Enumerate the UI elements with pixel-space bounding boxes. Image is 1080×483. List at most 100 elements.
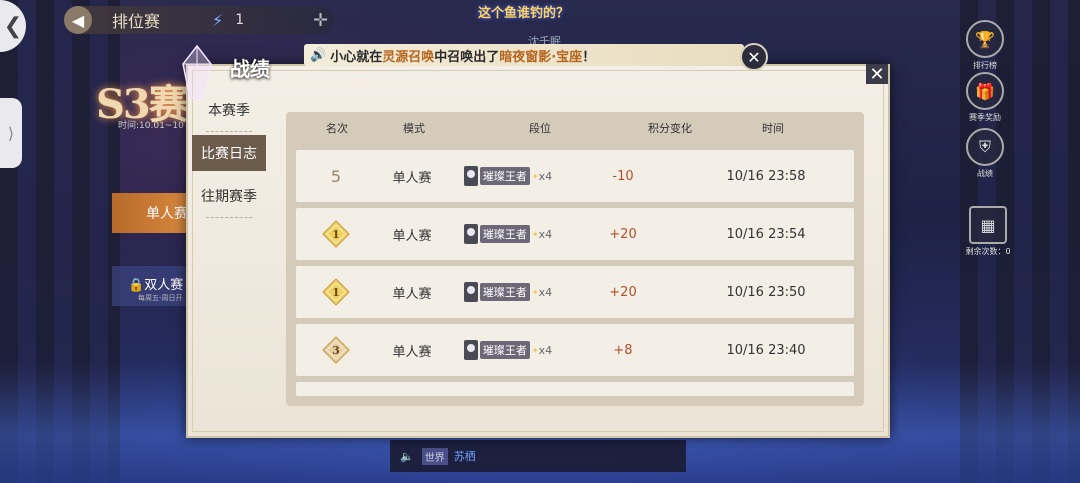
segment-cell: 璀璨王者 ✦ x4: [448, 166, 568, 186]
close-icon[interactable]: ✕: [740, 43, 768, 71]
segment-badge: 璀璨王者: [479, 283, 530, 301]
speaker-icon[interactable]: 🔈: [400, 450, 414, 463]
record-button[interactable]: ⛨ 战绩: [966, 128, 1004, 179]
top-bar: ◀ 排位赛 ⚡ 1: [64, 6, 334, 34]
mode-cell: 单人赛: [392, 344, 432, 360]
segment-cell: 璀璨王者 ✦ x4: [448, 224, 568, 244]
time-cell: 10/16 23:40: [726, 342, 806, 358]
bronze-medal-icon: 3: [322, 336, 350, 364]
page-title: 排位赛: [112, 12, 161, 31]
table-row[interactable]: 3 单人赛 璀璨王者 ✦ x4 +8 10/16 23:40: [296, 324, 854, 376]
mode-cell: 单人赛: [392, 286, 432, 302]
notice-place: 灵源召唤: [382, 49, 435, 65]
crosshair-icon[interactable]: ✛: [313, 10, 328, 31]
side-expand-tab[interactable]: ⟩: [0, 98, 22, 168]
table-row[interactable]: 1 单人赛 璀璨王者 ✦ x4 +20 10/16 23:50: [296, 266, 854, 318]
energy-icon: ⚡: [212, 10, 224, 30]
star-icon: ✦: [531, 287, 539, 297]
season-time: 时间:10.01~10: [118, 121, 184, 131]
gold-medal-icon: 1: [322, 220, 350, 248]
mode-cell: 单人赛: [392, 228, 432, 244]
tab-past-seasons[interactable]: 往期赛季: [192, 178, 266, 218]
segment-multiplier: x4: [538, 343, 553, 357]
rank-cell: 1: [296, 278, 376, 306]
time-cell: 10/16 23:58: [726, 168, 806, 184]
event-banner[interactable]: 这个鱼谁钓的？: [478, 2, 569, 21]
gold-medal-icon: 1: [322, 278, 350, 306]
rank-number: 5: [330, 166, 342, 186]
solo-mode-button[interactable]: 单人赛: [112, 193, 192, 233]
close-icon[interactable]: ✕: [866, 64, 888, 85]
rank-number: 3: [332, 343, 340, 357]
leaderboard-button[interactable]: 🏆 排行榜: [966, 20, 1004, 71]
segment-cell: 璀璨王者 ✦ x4: [448, 282, 568, 302]
notice-suffix: ！: [582, 49, 596, 65]
table-header: 名次 模式 段位 积分变化 时间: [286, 112, 864, 144]
chat-sender-name: 苏栖: [453, 450, 476, 463]
avatar-icon: [463, 340, 478, 360]
segment-multiplier: x4: [538, 285, 553, 299]
segment-multiplier: x4: [538, 227, 553, 241]
tab-current-season-label: 本赛季: [208, 103, 250, 119]
dialog-title: 战绩: [230, 57, 270, 81]
tab-match-log[interactable]: 比赛日志: [192, 135, 266, 171]
header-mode: 模式: [403, 122, 425, 135]
mode-cell: 单人赛: [392, 170, 432, 186]
duo-mode-button[interactable]: 🔒双人赛 每周五-周日开: [112, 266, 192, 306]
trophy-icon: 🏆: [966, 20, 1004, 58]
segment-multiplier: x4: [538, 169, 553, 183]
season-reward-label: 赛季奖励: [969, 113, 1001, 122]
record-label: 战绩: [977, 169, 993, 178]
notice-mid: 中召唤出了: [434, 49, 500, 65]
remaining-tries-label: 剩余次数：0: [965, 247, 1011, 256]
score-change-cell: +20: [609, 226, 637, 242]
star-icon: ✦: [531, 229, 539, 239]
duo-mode-label: 双人赛: [144, 278, 184, 293]
score-change-cell: +8: [613, 342, 633, 358]
tab-match-log-label: 比赛日志: [201, 146, 257, 162]
header-rank: 名次: [326, 122, 348, 135]
time-cell: 10/16 23:54: [726, 226, 806, 242]
rank-number: 1: [332, 227, 340, 241]
announcement-marquee: 🔊 小心就在 灵源召唤 中召唤出了 暗夜窗影·宝座 ！: [304, 44, 744, 66]
avatar-icon: [463, 166, 478, 186]
time-cell: 10/16 23:50: [726, 284, 806, 300]
header-time: 时间: [762, 122, 784, 135]
season-reward-button[interactable]: 🎁 赛季奖励: [966, 72, 1004, 123]
tab-past-seasons-label: 往期赛季: [201, 189, 257, 205]
dialog-nav: 本赛季 比赛日志 往期赛季: [192, 92, 266, 221]
header-segment: 段位: [529, 122, 551, 135]
speaker-icon: 🔊: [310, 47, 327, 63]
box-icon: ▦: [969, 206, 1007, 244]
segment-badge: 璀璨王者: [479, 225, 530, 243]
segment-cell: 璀璨王者 ✦ x4: [448, 340, 568, 360]
table-row[interactable]: 5 单人赛 璀璨王者 ✦ x4 -10 10/16 23:58: [296, 150, 854, 202]
star-icon: ✦: [531, 345, 539, 355]
notice-item: 暗夜窗影·宝座: [499, 49, 583, 65]
header-score-change: 积分变化: [648, 122, 692, 135]
energy-count: 1: [235, 12, 245, 28]
table-row[interactable]: 1 单人赛 璀璨王者 ✦ x4 +20 10/16 23:54: [296, 208, 854, 260]
avatar-icon: [463, 282, 478, 302]
solo-mode-label: 单人赛: [146, 206, 188, 222]
score-change-cell: +20: [609, 284, 637, 300]
leaderboard-label: 排行榜: [973, 61, 997, 70]
rank-cell: 5: [296, 167, 376, 186]
match-log-table[interactable]: 名次 模式 段位 积分变化 时间 5 单人赛 璀璨王者 ✦ x4 -10 10/…: [286, 112, 864, 406]
table-rows: 5 单人赛 璀璨王者 ✦ x4 -10 10/16 23:58 1 单人赛 璀璨…: [296, 150, 854, 402]
rank-cell: 1: [296, 220, 376, 248]
rank-number: 1: [332, 285, 340, 299]
back-arrow-icon[interactable]: ◀: [64, 6, 92, 34]
star-icon: ✦: [531, 171, 539, 181]
notice-prefix: 小心就在: [330, 49, 383, 65]
table-row[interactable]: [296, 382, 854, 396]
rank-cell: 3: [296, 336, 376, 364]
segment-badge: 璀璨王者: [479, 167, 530, 185]
avatar-icon: [463, 224, 478, 244]
tab-current-season[interactable]: 本赛季: [192, 92, 266, 132]
duo-mode-note: 每周五-周日开: [138, 294, 183, 302]
gift-icon: 🎁: [966, 72, 1004, 110]
remaining-tries[interactable]: ▦ 剩余次数：0: [960, 206, 1016, 257]
world-chat-bar[interactable]: 🔈 世界 苏栖: [390, 440, 686, 472]
score-change-cell: -10: [612, 168, 634, 184]
